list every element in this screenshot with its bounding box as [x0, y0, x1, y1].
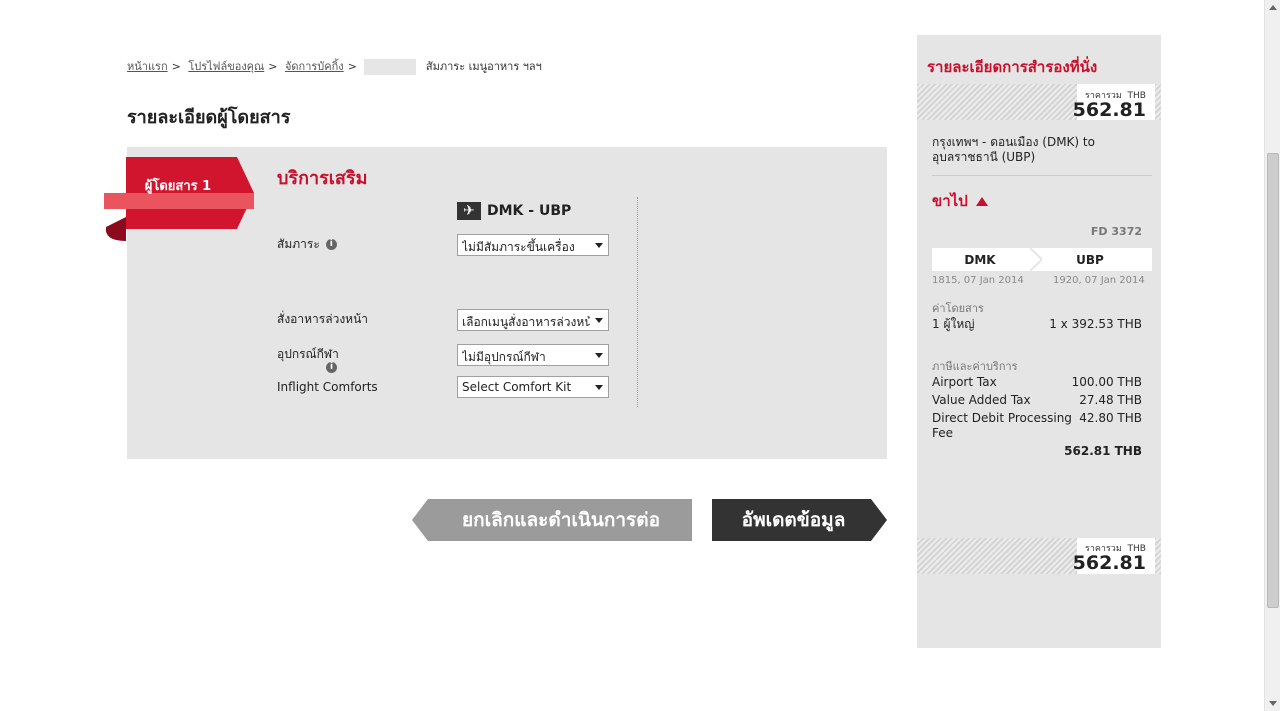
tax-label: ภาษีและค่าบริการ	[932, 360, 1018, 373]
chevron-down-icon	[595, 318, 603, 323]
info-icon[interactable]: i	[325, 239, 337, 250]
destination-code: UBP	[1076, 253, 1104, 267]
sports-select[interactable]: ไม่มีอุปกรณ์กีฬา	[457, 344, 609, 366]
cancel-continue-button[interactable]: ยกเลิกและดำเนินการต่อ	[412, 499, 692, 541]
chevron-down-icon	[595, 353, 603, 358]
outbound-label: ขาไป	[932, 192, 968, 210]
passenger-label: ผู้โดยสาร 1	[144, 179, 212, 194]
scroll-thumb[interactable]	[1267, 153, 1279, 608]
page-title: รายละเอียดผู้โดยสาร	[127, 107, 291, 128]
baggage-label: สัมภาระ	[277, 237, 320, 251]
route-label: DMK - UBP	[487, 203, 572, 219]
page-scrollbar[interactable]	[1264, 0, 1280, 711]
summary-title: รายละเอียดการสำรองที่นั่ง	[927, 58, 1098, 76]
meal-selected-value: เลือกเมนูสั่งอาหารล่วงหน้า	[462, 315, 590, 329]
fare-label: ค่าโดยสาร	[932, 302, 984, 315]
baggage-label-row: สัมภาระ i	[277, 235, 337, 254]
update-button[interactable]: อัพเดตข้อมูล	[712, 499, 887, 541]
ddf-amount: 42.80 THB	[1079, 411, 1142, 425]
meal-label: สั่งอาหารล่วงหน้า	[277, 312, 369, 326]
meal-select[interactable]: เลือกเมนูสั่งอาหารล่วงหน้า	[457, 309, 609, 331]
breadcrumb-manage-link[interactable]: จัดการบัคกิ้ง	[285, 60, 344, 73]
caret-up-icon	[975, 196, 988, 206]
breadcrumb-home-link[interactable]: หน้าแรก	[127, 60, 168, 73]
chevron-down-icon	[595, 243, 603, 248]
chevron-down-icon	[595, 385, 603, 390]
addons-section-title: บริการเสริม	[277, 168, 368, 189]
departure-time: 1815, 07 Jan 2014	[932, 275, 1024, 286]
sports-selected-value: ไม่มีอุปกรณ์กีฬา	[462, 350, 546, 364]
origin-code: DMK	[964, 253, 996, 267]
total-amount-bottom: 562.81	[1072, 552, 1146, 574]
arrival-time: 1920, 07 Jan 2014	[1053, 275, 1145, 286]
flight-number: FD 3372	[1090, 225, 1142, 238]
breadcrumb-profile-link[interactable]: โปรไฟล์ของคุณ	[188, 60, 264, 73]
scroll-down-button[interactable]	[1265, 695, 1280, 711]
divider	[932, 175, 1152, 176]
tax-total: 562.81 THB	[1064, 444, 1142, 458]
comfort-select[interactable]: Select Comfort Kit	[457, 376, 609, 398]
breadcrumb: หน้าแรก > โปรไฟล์ของคุณ > จัดการบัคกิ้ง > ส…	[127, 59, 542, 75]
breadcrumb-current: สัมภาระ เมนูอาหาร ฯลฯ	[425, 60, 542, 73]
passenger-ribbon	[104, 157, 254, 241]
total-amount-top: 562.81	[1072, 99, 1146, 121]
comfort-selected-value: Select Comfort Kit	[462, 380, 572, 394]
plane-icon: ✈	[457, 202, 481, 220]
comfort-label: Inflight Comforts	[277, 380, 378, 394]
scroll-up-button[interactable]	[1265, 0, 1280, 16]
airport-tax-amount: 100.00 THB	[1071, 375, 1142, 389]
fare-amount: 1 x 392.53 THB	[1049, 317, 1142, 331]
summary-route: กรุงเทพฯ - ดอนเมือง (DMK) to อุบลราชธานี…	[932, 135, 1095, 164]
baggage-selected-value: ไม่มีสัมภาระขึ้นเครื่อง	[462, 240, 575, 254]
column-divider	[637, 197, 638, 407]
baggage-select[interactable]: ไม่มีสัมภาระขึ้นเครื่อง	[457, 234, 609, 256]
route-heading: ✈ DMK - UBP	[457, 202, 571, 220]
vat-amount: 27.48 THB	[1079, 393, 1142, 407]
info-icon[interactable]: i	[326, 362, 337, 373]
breadcrumb-redacted	[364, 59, 417, 75]
outbound-toggle[interactable]: ขาไป	[932, 189, 988, 213]
